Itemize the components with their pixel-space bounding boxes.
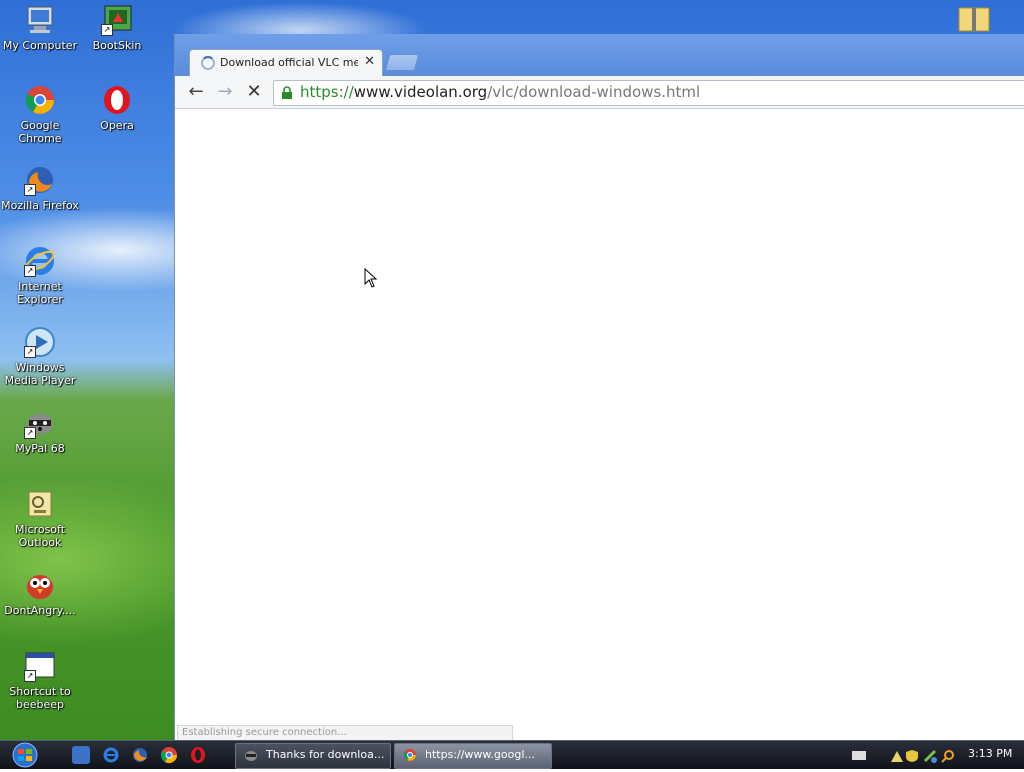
forward-button[interactable]: → xyxy=(213,81,237,103)
back-button[interactable]: ← xyxy=(184,81,208,103)
address-bar[interactable]: https://www.videolan.org/vlc/download-wi… xyxy=(273,80,1024,106)
quicklaunch-desktop-icon[interactable] xyxy=(72,746,90,764)
taskbar-clock[interactable]: 3:13 PM xyxy=(968,743,1012,765)
desktop-icon-label: Google Chrome xyxy=(18,119,62,145)
shortcut-arrow-icon: ↗ xyxy=(24,265,36,277)
url-scheme: https:// xyxy=(300,83,354,101)
url-path: /vlc/download-windows.html xyxy=(487,83,701,101)
shortcut-arrow-icon: ↗ xyxy=(24,427,36,439)
url-text: https://www.videolan.org/vlc/download-wi… xyxy=(300,83,700,102)
desktop-icon-label: MyPal 68 xyxy=(15,442,65,455)
desktop-icon-my-computer[interactable]: My Computer xyxy=(1,4,79,52)
my-computer-icon xyxy=(24,4,56,36)
chrome-icon xyxy=(403,749,416,761)
desktop-icon-label: Internet Explorer xyxy=(17,280,63,306)
browser-titlebar: Download official VLC media player for W… xyxy=(175,34,1024,77)
shortcut-arrow-icon: ↗ xyxy=(24,670,36,682)
tab-close-icon[interactable]: ✕ xyxy=(364,54,375,69)
quicklaunch-firefox-icon[interactable] xyxy=(131,746,149,764)
lock-icon xyxy=(282,86,292,99)
task-label: Thanks for downloa... xyxy=(266,748,385,761)
mypal-raccoon-icon xyxy=(245,751,257,761)
shortcut-arrow-icon: ↗ xyxy=(24,184,36,196)
keyboard-icon[interactable] xyxy=(852,751,866,760)
shortcut-arrow-icon: ↗ xyxy=(101,24,113,36)
mypal-raccoon-icon: ↗ xyxy=(24,407,56,439)
browser-window: Download official VLC media player for W… xyxy=(174,34,1024,740)
desktop-icon-beebeep[interactable]: ↗ Shortcut to beebeep xyxy=(1,650,79,711)
desktop-icon-label: DontAngry.... xyxy=(4,604,76,617)
tab-active[interactable]: Download official VLC media player for W… xyxy=(189,49,383,77)
stop-loading-button[interactable]: ✕ xyxy=(242,81,266,103)
desktop-icon-opera[interactable]: Opera xyxy=(78,84,156,132)
opera-icon xyxy=(101,84,133,116)
search-icon[interactable] xyxy=(941,748,955,763)
angry-bird-icon xyxy=(24,569,56,601)
desktop-icon-bootskin[interactable]: ↗ BootSkin xyxy=(78,4,156,52)
update-icon[interactable] xyxy=(923,748,937,763)
media-player-icon: ↗ xyxy=(24,326,56,358)
firefox-icon: ↗ xyxy=(24,164,56,196)
status-bubble: Establishing secure connection... xyxy=(177,725,513,740)
url-host: www.videolan.org xyxy=(353,83,488,101)
desktop-icon-label: Opera xyxy=(100,119,134,132)
quicklaunch-chrome-icon[interactable] xyxy=(160,746,178,764)
desktop-icon-label: Microsoft Outlook xyxy=(14,523,66,549)
taskbar-task-thanks[interactable]: Thanks for downloa... xyxy=(235,743,391,769)
page-content[interactable]: Establishing secure connection... xyxy=(175,109,1024,740)
taskbar: Thanks for downloa... https://www.googl.… xyxy=(0,740,1024,769)
bootskin-icon: ↗ xyxy=(101,4,133,36)
window-app-icon: ↗ xyxy=(24,650,56,682)
folder-zip-icon[interactable] xyxy=(958,4,990,32)
security-shield-icon[interactable] xyxy=(905,748,919,762)
quicklaunch-opera-icon[interactable] xyxy=(189,746,207,764)
browser-toolbar: ← → ✕ https://www.videolan.org/vlc/downl… xyxy=(175,76,1024,109)
desktop-icon-label: Mozilla Firefox xyxy=(1,199,79,212)
desktop-icon-mozilla-firefox[interactable]: ↗ Mozilla Firefox xyxy=(1,164,79,212)
desktop-icon-internet-explorer[interactable]: ↗ Internet Explorer xyxy=(1,245,79,306)
desktop-icon-microsoft-outlook[interactable]: Microsoft Outlook xyxy=(1,488,79,549)
desktop-icon-dontangry[interactable]: DontAngry.... xyxy=(1,569,79,617)
internet-explorer-icon: ↗ xyxy=(24,245,56,277)
quicklaunch-internet-explorer-icon[interactable] xyxy=(102,746,120,764)
desktop-icon-windows-media-player[interactable]: ↗ Windows Media Player xyxy=(1,326,79,387)
chrome-icon xyxy=(24,84,56,116)
taskbar-task-chrome[interactable]: https://www.googl... xyxy=(394,743,552,769)
tab-title: Download official VLC media player for W… xyxy=(220,56,358,69)
desktop-icon-label: My Computer xyxy=(2,39,78,52)
new-tab-button[interactable] xyxy=(384,54,420,71)
loading-spinner-icon xyxy=(201,56,215,70)
network-icon[interactable] xyxy=(890,748,904,762)
desktop-icon-mypal[interactable]: ↗ MyPal 68 xyxy=(1,407,79,455)
task-label: https://www.googl... xyxy=(425,748,535,761)
outlook-icon xyxy=(24,488,56,520)
desktop-icon-label: Shortcut to beebeep xyxy=(9,685,71,711)
desktop-icon-google-chrome[interactable]: Google Chrome xyxy=(1,84,79,145)
desktop-icon-label: Windows Media Player xyxy=(4,361,76,387)
start-button[interactable] xyxy=(6,742,44,768)
desktop-icon-label: BootSkin xyxy=(92,39,142,52)
shortcut-arrow-icon: ↗ xyxy=(24,346,36,358)
